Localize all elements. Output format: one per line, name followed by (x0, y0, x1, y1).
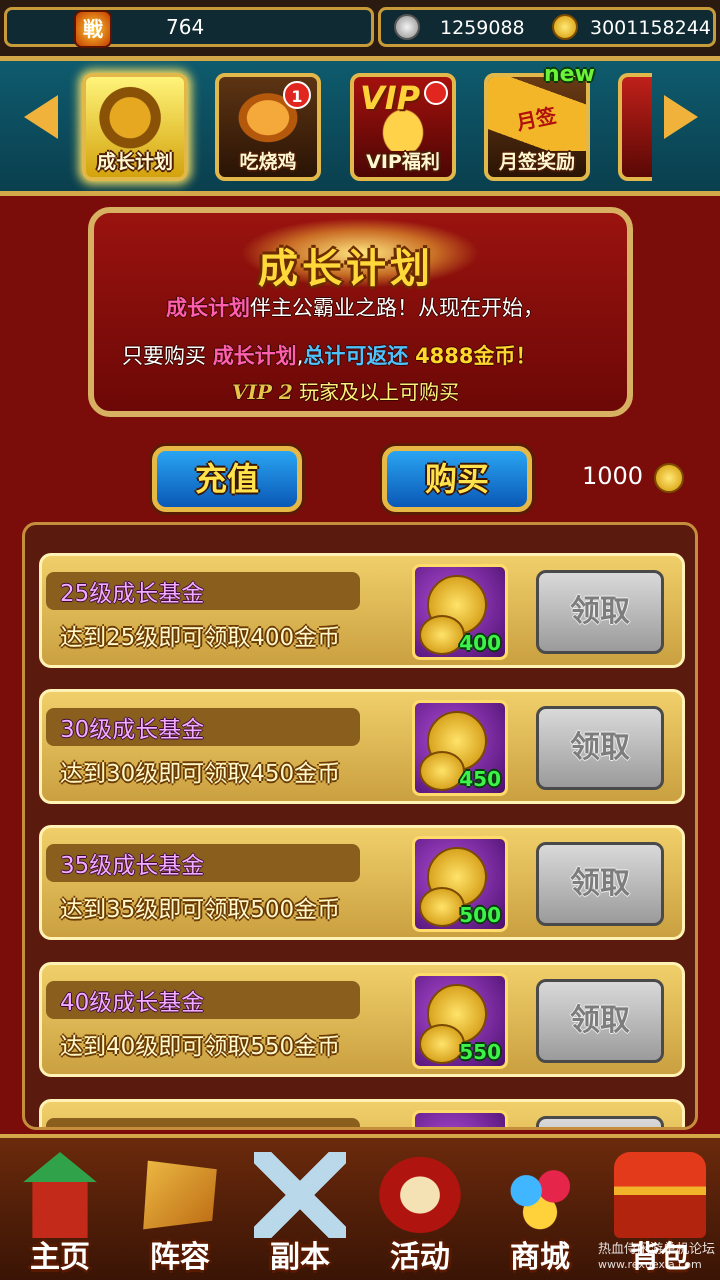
crossed-swords-icon (254, 1152, 346, 1238)
watermark-line-1: 热血侍闲游单机论坛 (598, 1242, 716, 1257)
tab-label: 吃烧鸡 (239, 151, 297, 173)
fund-description: 达到30级即可领取450金币 (60, 761, 341, 787)
gems-icon (494, 1152, 586, 1238)
fund-description: 达到25级即可领取400金币 (60, 625, 341, 651)
claim-button[interactable]: 领取 (536, 706, 664, 790)
tab-vip-welfare[interactable]: VIP VIP福利 (350, 73, 456, 181)
fund-title: 30级成长基金 (60, 717, 205, 743)
tab-label: 成长计划 (96, 151, 173, 173)
reward-amount: 450 (459, 767, 501, 791)
battle-power-value: 764 (166, 15, 205, 39)
banner-text: 伴主公霸业之路！从现在开始， (250, 296, 544, 320)
notification-dot (424, 81, 448, 105)
reward-amount: 500 (459, 903, 501, 927)
title-plate (46, 1118, 360, 1127)
nav-shop[interactable]: 商城 (484, 1146, 596, 1276)
treasure-chest-icon (614, 1152, 706, 1238)
notification-badge: 1 (283, 81, 311, 109)
nav-label: 活动 (390, 1240, 450, 1275)
gold-coins-reward-icon (412, 1110, 508, 1127)
gold-coins-reward-icon: 450 (412, 700, 508, 796)
fund-title: 25级成长基金 (60, 581, 205, 607)
watermark-line-2: www.rexuexia.com (598, 1258, 702, 1271)
claim-button[interactable] (536, 1116, 664, 1127)
list-item: 40级成长基金 达到40级即可领取550金币 550 领取 (39, 962, 685, 1077)
claim-button[interactable]: 领取 (536, 842, 664, 926)
site-watermark: 热血侍闲游单机论坛 www.rexuexia.com (598, 1242, 715, 1272)
banner-text: 玩家及以上可购买 (299, 380, 460, 404)
reward-amount: 550 (459, 1040, 501, 1064)
nav-home[interactable]: 主页 (4, 1146, 116, 1276)
list-item: 25级成长基金 达到25级即可领取400金币 400 领取 (39, 553, 685, 668)
war-banner-icon (143, 1160, 217, 1230)
banner-amount: 4888金币！ (415, 344, 537, 368)
nav-label: 阵容 (150, 1240, 210, 1275)
growth-fund-list[interactable]: 25级成长基金 达到25级即可领取400金币 400 领取 30级成长基金 达到… (22, 522, 698, 1130)
treasure-chest-icon (86, 77, 184, 151)
gold-value: 3001158244 (590, 17, 711, 39)
scroll-right-arrow-icon[interactable] (664, 95, 698, 139)
list-item: 30级成长基金 达到30级即可领取450金币 450 领取 (39, 689, 685, 804)
gold-coin-icon (654, 463, 684, 493)
gold-coin-icon (552, 14, 578, 40)
gold-coins-reward-icon: 500 (412, 836, 508, 932)
silver-value: 1259088 (440, 17, 525, 39)
vip-art-text: VIP (360, 79, 421, 117)
sign-in-art-text: 月签 (514, 103, 559, 135)
price-value: 1000 (582, 462, 644, 490)
fund-description: 达到35级即可领取500金币 (60, 897, 341, 923)
gold-coins-reward-icon: 400 (412, 564, 508, 660)
banner-highlight: 成长计划 (212, 344, 297, 368)
gold-coins-reward-icon: 550 (412, 973, 508, 1069)
palace-icon (23, 1152, 97, 1238)
new-tag: new (544, 62, 595, 87)
tab-growth-plan[interactable]: 成长计划 (82, 73, 188, 181)
nav-label: 副本 (270, 1240, 330, 1275)
tab-partial-next[interactable] (618, 73, 652, 181)
silver-coin-icon (394, 14, 420, 40)
nav-lineup[interactable]: 阵容 (124, 1146, 236, 1276)
nav-label: 商城 (510, 1240, 570, 1275)
tab-label: 月签奖励 (498, 151, 575, 173)
list-item-partial (39, 1099, 685, 1127)
tab-label: VIP福利 (366, 151, 440, 173)
recharge-button[interactable]: 充值 (152, 446, 302, 512)
reward-amount: 400 (459, 631, 501, 655)
banner-highlight-blue: 总计可返还 (303, 344, 409, 368)
nav-dungeon[interactable]: 副本 (244, 1146, 356, 1276)
battle-power-icon: 戦 (74, 10, 112, 48)
banner-highlight: 成长计划 (166, 296, 250, 320)
banner-title: 成长计划 (258, 246, 434, 292)
sign-in-scroll-icon: 月签 (488, 77, 586, 151)
vip-requirement: VIP 2 (232, 380, 293, 404)
banner-text: 只要购买 (122, 344, 206, 368)
banner-line-2: 只要购买 成长计划,总计可返还 4888金币！ (122, 344, 537, 368)
banner-line-3: VIP 2 玩家及以上可购买 (232, 376, 459, 405)
scroll-left-arrow-icon[interactable] (24, 95, 58, 139)
drum-icon (374, 1152, 466, 1238)
claim-button[interactable]: 领取 (536, 570, 664, 654)
fund-description: 达到40级即可领取550金币 (60, 1034, 341, 1060)
fund-title: 40级成长基金 (60, 990, 205, 1016)
list-item: 35级成长基金 达到35级即可领取500金币 500 领取 (39, 825, 685, 940)
banner-line-1: 成长计划伴主公霸业之路！从现在开始， (166, 292, 544, 322)
buy-button[interactable]: 购买 (382, 446, 532, 512)
claim-button[interactable]: 领取 (536, 979, 664, 1063)
tab-monthly-sign-in[interactable]: 月签 月签奖励 (484, 73, 590, 181)
nav-events[interactable]: 活动 (364, 1146, 476, 1276)
tab-roast-chicken[interactable]: 吃烧鸡 1 (215, 73, 321, 181)
nav-label: 主页 (30, 1240, 90, 1275)
fund-title: 35级成长基金 (60, 853, 205, 879)
